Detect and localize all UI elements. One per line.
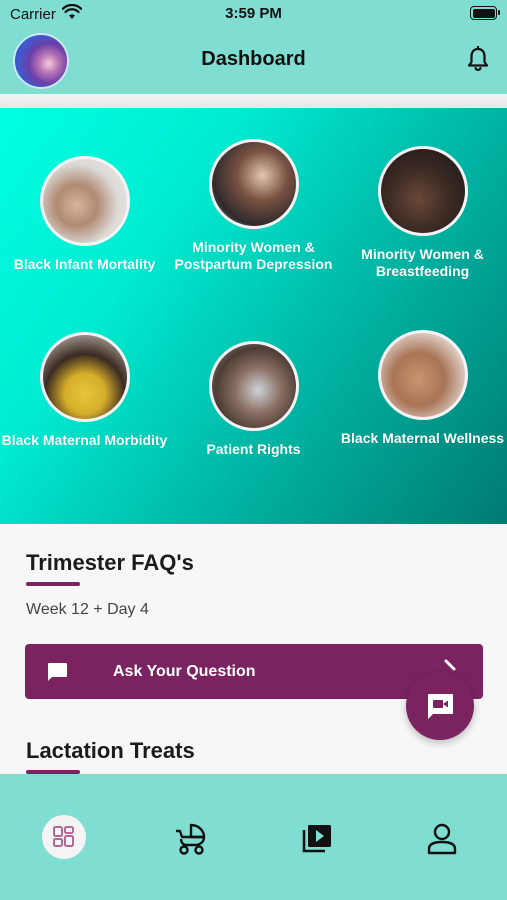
dashboard-icon — [53, 826, 74, 847]
topic-patient-rights[interactable]: Patient Rights — [169, 341, 338, 458]
bell-icon[interactable] — [467, 46, 489, 72]
ask-question-label: Ask Your Question — [113, 663, 256, 680]
topic-image — [208, 341, 299, 431]
topic-breastfeeding[interactable]: Minority Women & Breastfeeding — [338, 146, 507, 280]
video-chat-icon — [428, 694, 453, 719]
topic-image — [377, 330, 468, 420]
nav-dashboard[interactable] — [42, 815, 86, 859]
bottom-nav — [0, 774, 507, 900]
week-label: Week 12 + Day 4 — [26, 601, 149, 618]
nav-profile[interactable] — [418, 814, 466, 862]
topic-label: Minority Women & Postpartum Depression — [174, 239, 333, 272]
trimester-title: Trimester FAQ's — [26, 550, 194, 575]
profile-icon — [427, 823, 457, 855]
nav-baby[interactable] — [167, 814, 215, 862]
topic-black-infant-mortality[interactable]: Black Infant Mortality — [0, 156, 169, 273]
topic-label: Black Maternal Morbidity — [1, 432, 168, 448]
topic-label: Minority Women & Breastfeeding — [361, 246, 484, 279]
status-bar: Carrier 3:59 PM — [0, 0, 507, 28]
stroller-icon — [176, 823, 206, 855]
topics-grid: Black Infant Mortality Minority Women & … — [0, 108, 507, 524]
topic-label: Black Infant Mortality — [13, 256, 156, 272]
video-chat-fab[interactable] — [406, 672, 474, 740]
nav-videos[interactable] — [293, 814, 341, 862]
topic-maternal-morbidity[interactable]: Black Maternal Morbidity — [0, 332, 169, 458]
lactation-title: Lactation Treats — [26, 738, 195, 763]
header-divider — [0, 94, 507, 108]
app-header: Dashboard — [0, 28, 507, 94]
topic-image — [377, 146, 468, 236]
topic-label: Patient Rights — [206, 441, 301, 457]
topic-label: Black Maternal Wellness — [340, 430, 505, 446]
topic-maternal-wellness[interactable]: Black Maternal Wellness — [338, 330, 507, 456]
chat-icon — [48, 663, 67, 681]
topic-postpartum-depression[interactable]: Minority Women & Postpartum Depression — [169, 139, 338, 273]
topic-image — [39, 156, 130, 246]
topic-image — [208, 139, 299, 229]
status-time: 3:59 PM — [225, 5, 282, 22]
topic-image — [39, 332, 130, 422]
page-title: Dashboard — [201, 48, 306, 70]
battery-icon — [470, 6, 500, 20]
trimester-underline — [26, 582, 80, 586]
video-library-icon — [302, 825, 331, 853]
